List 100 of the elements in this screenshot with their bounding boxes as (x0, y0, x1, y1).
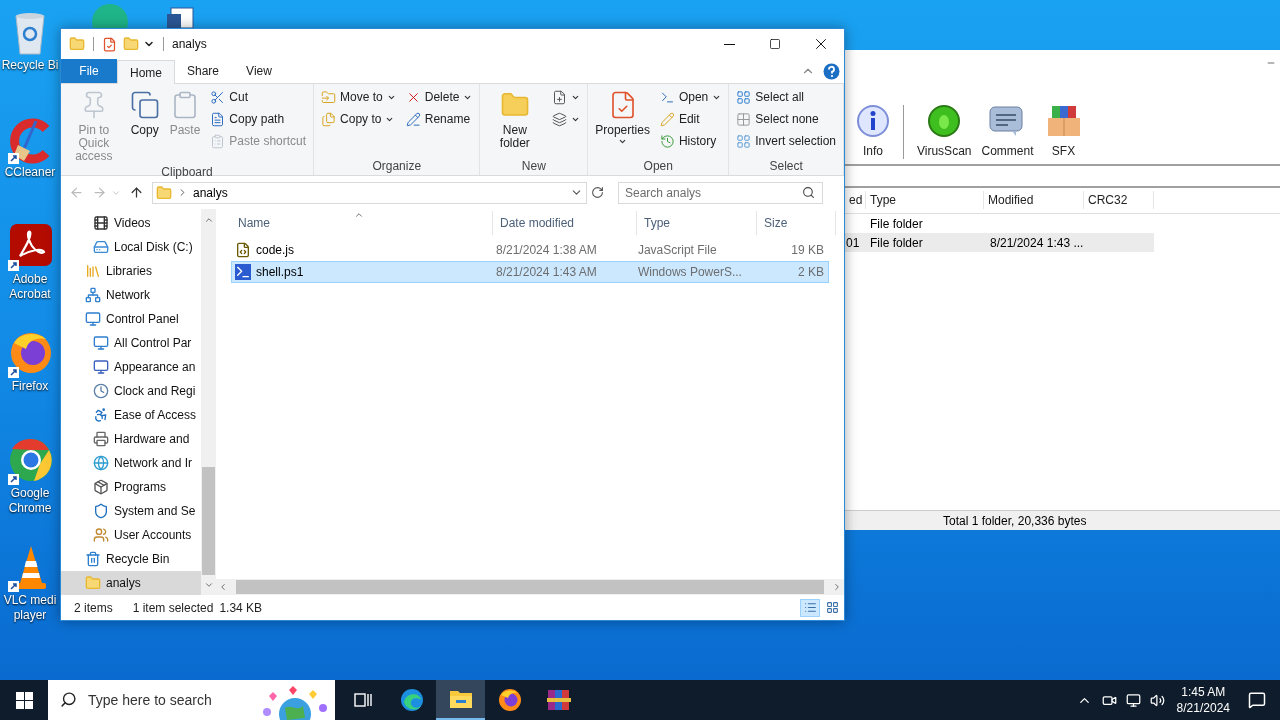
caret-icon (618, 137, 628, 146)
scroll-up-icon[interactable] (203, 215, 214, 225)
ribbon-tab[interactable]: Share (175, 59, 231, 83)
table-cell: File folder (870, 235, 923, 250)
help-icon[interactable] (823, 63, 840, 80)
ribbon-button[interactable]: Open (655, 86, 726, 108)
search-field[interactable]: Type here to search (48, 680, 335, 720)
search-field[interactable]: Search analys (618, 181, 823, 204)
column-header[interactable]: Modified (984, 191, 1084, 209)
ribbon-button[interactable]: Cut (206, 86, 311, 108)
ribbon-tab[interactable]: Home (117, 60, 175, 84)
address-bar[interactable]: analys (152, 181, 587, 204)
ribbon-button[interactable]: Select none (732, 108, 840, 130)
nav-item[interactable]: Clock and Regi (61, 379, 201, 403)
nav-item[interactable]: All Control Par (61, 331, 201, 355)
scroll-thumb[interactable] (236, 580, 824, 594)
ribbon-tab[interactable]: File (61, 59, 117, 83)
info-icon (856, 104, 890, 138)
nav-item[interactable]: analys (61, 571, 201, 595)
task-view-icon (352, 691, 373, 709)
volume-icon[interactable] (1149, 692, 1165, 708)
view-button[interactable] (800, 598, 820, 617)
ribbon-button[interactable]: Move to (317, 86, 400, 108)
clock[interactable]: 1:45 AM 8/21/2024 (1172, 684, 1234, 716)
scroll-right-icon[interactable] (832, 582, 842, 592)
desktop-icon-label[interactable]: Google Chrome (8, 486, 52, 516)
scroll-thumb[interactable] (202, 467, 215, 575)
table-row[interactable]: File folder (845, 214, 1154, 233)
toolbar-button[interactable]: SFX (1040, 104, 1087, 160)
file-row[interactable]: code.js 8/21/2024 1:38 AM JavaScript File 19 KB (231, 239, 829, 261)
ribbon-button[interactable]: Copy (125, 86, 164, 137)
refresh-icon[interactable] (591, 186, 604, 199)
taskbar-app[interactable] (436, 680, 485, 720)
column-header[interactable]: Type (637, 211, 757, 235)
table-cell: 2 KB (797, 265, 824, 279)
nav-item[interactable]: Libraries (61, 259, 201, 283)
ribbon-button[interactable]: Edit (655, 108, 726, 130)
drive-icon (93, 239, 109, 255)
ribbon-button[interactable]: New folder (483, 86, 547, 150)
nav-item[interactable]: Recycle Bin (61, 547, 201, 571)
ribbon-button[interactable]: Select all (732, 86, 840, 108)
scissors-icon (210, 89, 226, 105)
nav-item[interactable]: Appearance an (61, 355, 201, 379)
nav-item[interactable]: Network and Ir (61, 451, 201, 475)
desktop-icon-label[interactable]: Firefox (11, 379, 49, 394)
nav-item[interactable]: Programs (61, 475, 201, 499)
table-cell: 01 (846, 235, 860, 250)
table-cell: JavaScript File (637, 243, 717, 257)
nav-item[interactable]: System and Se (61, 499, 201, 523)
status-text: 1.34 KB (219, 599, 263, 617)
scroll-down-icon[interactable] (203, 580, 214, 590)
nav-item[interactable]: Ease of Access (61, 403, 201, 427)
toolbar-button[interactable]: Info (853, 104, 893, 160)
table-cell: 8/21/2024 1:43 ... (990, 235, 1084, 250)
firefox-icon (497, 688, 522, 712)
group-label: Select (768, 158, 804, 175)
status-text: 2 items (74, 599, 113, 617)
nav-item[interactable]: Local Disk (C:) (61, 235, 201, 259)
copy-icon (129, 90, 160, 120)
properties-icon[interactable] (102, 36, 117, 52)
file-name: code.js (256, 242, 295, 259)
nav-item[interactable]: Hardware and (61, 427, 201, 451)
notifications-icon[interactable] (1248, 691, 1266, 709)
network-icon (85, 287, 101, 303)
users-icon (93, 527, 109, 543)
control-panel-icon (93, 335, 109, 351)
desktop-icon-label[interactable]: VLC medi player (3, 593, 57, 623)
display-icon (93, 359, 109, 375)
toolbar-button[interactable]: Comment (978, 104, 1037, 160)
ribbon-button[interactable]: Copy path (206, 108, 311, 130)
move-icon (321, 89, 337, 105)
group-label: Open (642, 158, 674, 175)
network-icon[interactable] (1125, 692, 1141, 708)
nav-item[interactable]: Network (61, 283, 201, 307)
ribbon-button[interactable]: Invert selection (732, 130, 840, 152)
table-row[interactable]: 01 File folder 8/21/2024 1:43 ... (845, 233, 1154, 252)
column-header[interactable]: Size (757, 211, 836, 235)
bug-icon (927, 104, 962, 138)
folder-icon (85, 575, 101, 591)
up-icon[interactable] (129, 185, 144, 200)
column-header[interactable]: CRC32 (1084, 191, 1154, 209)
column-header[interactable]: Name (231, 211, 493, 235)
nav-item[interactable]: Control Panel (61, 307, 201, 331)
ribbon-button[interactable]: Copy to (317, 108, 400, 130)
nav-item[interactable]: User Accounts (61, 523, 201, 547)
table-cell: Windows PowerS... (637, 265, 742, 279)
windows-icon (15, 691, 33, 709)
scroll-left-icon[interactable] (218, 582, 228, 592)
ribbon-tab[interactable]: View (231, 59, 287, 83)
ribbon-button[interactable]: Properties (591, 86, 654, 146)
clipboard-icon (210, 133, 226, 149)
ribbon-button[interactable]: Rename (401, 108, 477, 130)
column-header[interactable]: Type (866, 191, 984, 209)
nav-item[interactable]: Videos (61, 211, 201, 235)
accessibility-icon (93, 407, 109, 423)
ribbon-button[interactable]: History (655, 130, 726, 152)
column-header[interactable]: Date modified (493, 211, 637, 235)
file-row[interactable]: shell.ps1 8/21/2024 1:43 AM Windows PowerS... 2 KB (231, 261, 829, 283)
toolbar-button[interactable]: VirusScan (914, 104, 975, 160)
ribbon-button[interactable]: Delete (401, 86, 477, 108)
